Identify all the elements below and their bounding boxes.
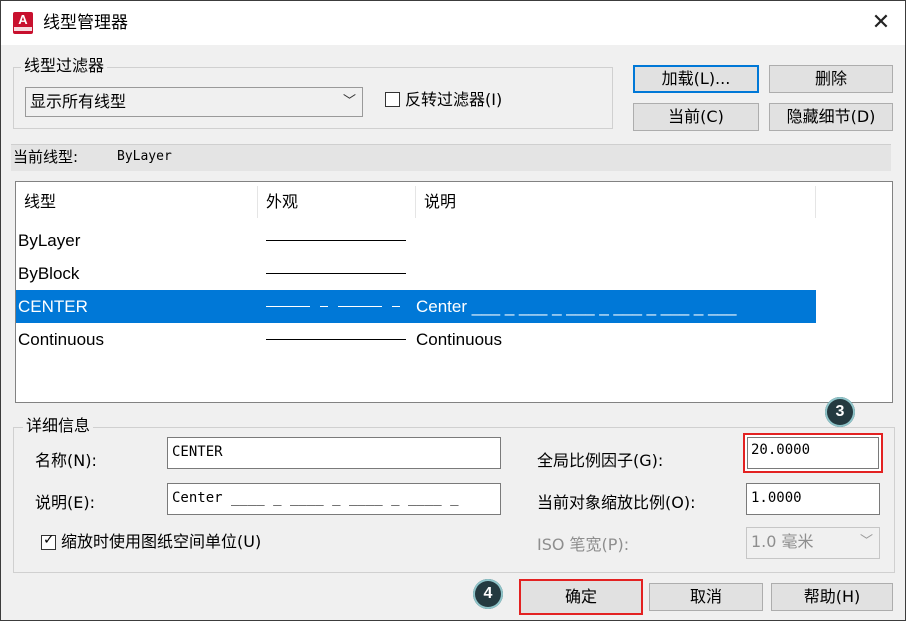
chevron-down-icon: ﹀ [342, 94, 356, 109]
title-bar: A 线型管理器 ✕ [1, 1, 905, 45]
column-header-description[interactable]: 说明 [416, 186, 816, 218]
object-scale-field[interactable]: 1.0000 [746, 483, 880, 515]
current-linetype-value: ByLayer [117, 149, 172, 164]
object-scale-label: 当前对象缩放比例(O): [537, 493, 696, 512]
step-badge-3: 3 [825, 397, 855, 427]
description-label: 说明(E): [35, 493, 95, 512]
linetype-list[interactable]: 线型 外观 说明 ByLayer ByBlock CENTER Center _… [15, 181, 893, 403]
iso-pen-width-dropdown[interactable]: 1.0 毫米 ﹀ [746, 527, 880, 559]
details-legend: 详细信息 [23, 416, 94, 436]
column-header-appearance[interactable]: 外观 [258, 186, 416, 218]
name-field[interactable]: CENTER [167, 437, 501, 469]
load-button[interactable]: 加载(L)... [633, 65, 759, 93]
filter-dropdown[interactable]: 显示所有线型 ﹀ [25, 87, 363, 117]
appearance-dash-long-1 [266, 306, 310, 307]
current-linetype-bar: 当前线型: ByLayer [11, 144, 891, 171]
row-description: Center ___ _ ___ _ ___ _ ___ _ ___ _ ___ [416, 297, 737, 316]
appearance-dash-short-1 [320, 306, 328, 307]
paper-space-units-checkbox[interactable]: ✓ [41, 532, 56, 550]
global-scale-label: 全局比例因子(G): [537, 451, 664, 470]
table-row-center[interactable]: CENTER Center ___ _ ___ _ ___ _ ___ _ __… [16, 290, 816, 323]
ok-button[interactable]: 确定 [519, 579, 643, 615]
row-description: Continuous [416, 330, 503, 349]
chevron-down-icon: ﹀ [859, 534, 873, 549]
invert-filter-label: 反转过滤器(I) [405, 90, 503, 109]
iso-pen-width-value: 1.0 毫米 [751, 532, 814, 551]
linetype-manager-dialog: A 线型管理器 ✕ 线型过滤器 显示所有线型 ﹀ 反转过滤器(I) 加载(L).… [0, 0, 906, 621]
autocad-app-icon: A [13, 12, 33, 34]
table-row-bylayer[interactable]: ByLayer [16, 224, 816, 257]
paper-space-units-label: 缩放时使用图纸空间单位(U) [61, 532, 262, 551]
global-scale-value: 20.0000 [747, 437, 879, 469]
window-title: 线型管理器 [43, 13, 128, 33]
iso-pen-width-label: ISO 笔宽(P): [537, 535, 630, 554]
delete-button[interactable]: 删除 [769, 65, 893, 93]
check-icon: ✓ [43, 532, 55, 548]
filter-legend: 线型过滤器 [21, 56, 108, 76]
table-row-byblock[interactable]: ByBlock [16, 257, 816, 290]
hide-details-button[interactable]: 隐藏细节(D) [769, 103, 893, 131]
appearance-dash-short-2 [392, 306, 400, 307]
close-icon[interactable]: ✕ [867, 9, 895, 37]
description-field[interactable]: Center ____ _ ____ _ ____ _ ____ _ [167, 483, 501, 515]
appearance-dash-long-2 [338, 306, 382, 307]
set-current-button[interactable]: 当前(C) [633, 103, 759, 131]
row-name: ByLayer [18, 231, 81, 250]
name-label: 名称(N): [35, 451, 97, 470]
row-name: Continuous [18, 330, 105, 349]
appearance-solid-line [266, 240, 406, 241]
table-row-continuous[interactable]: Continuous Continuous [16, 323, 816, 356]
appearance-solid-line [266, 339, 406, 340]
current-linetype-label: 当前线型: [13, 148, 79, 166]
invert-filter-checkbox[interactable] [385, 92, 400, 107]
column-header-linetype[interactable]: 线型 [16, 186, 258, 218]
row-name: CENTER [18, 297, 88, 316]
help-button[interactable]: 帮助(H) [771, 583, 893, 611]
row-name: ByBlock [18, 264, 80, 283]
global-scale-field[interactable]: 20.0000 [743, 433, 883, 473]
filter-selected-value: 显示所有线型 [30, 92, 127, 111]
step-badge-4: 4 [473, 579, 503, 609]
appearance-solid-line [266, 273, 406, 274]
cancel-button[interactable]: 取消 [649, 583, 763, 611]
